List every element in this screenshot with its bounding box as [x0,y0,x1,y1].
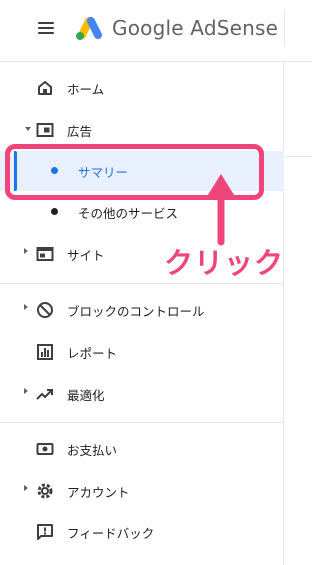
chevron-right-icon[interactable] [24,388,28,394]
ad-unit-icon [36,123,54,137]
sidebar-item-label: ホーム [67,82,105,97]
sidebar-item-label: ブロックのコントロール [67,304,205,319]
sidebar-item-label: 最適化 [67,388,105,403]
sidebar-item-label: フィードバック [67,526,155,541]
sidebar-item-account[interactable]: アカウント [0,470,284,510]
sidebar-item-optimization[interactable]: 最適化 [0,373,284,413]
trending-up-icon [36,389,53,400]
bullet-icon [51,208,58,215]
chevron-right-icon[interactable] [24,248,28,254]
sidebar-item-reports[interactable]: レポート [0,331,284,371]
click-annotation: クリック [164,246,285,280]
section-divider [0,422,284,423]
sidebar-item-payments[interactable]: お支払い [0,428,284,468]
sidebar-item-label: アカウント [67,485,130,500]
sidebar-subitem-label: その他のサービス [78,206,179,221]
sidebar-item-label: 広告 [67,124,93,139]
section-divider [0,283,284,284]
header-divider [284,10,285,46]
app-header: Google AdSense [0,0,312,62]
report-icon [37,344,53,360]
sidebar-item-feedback[interactable]: フィードバック [0,511,284,551]
chevron-down-icon[interactable] [25,127,31,131]
sidebar-item-label: サイト [67,248,105,263]
sites-icon [36,247,54,261]
arrow-icon [206,174,236,246]
home-icon [38,81,52,95]
chevron-right-icon[interactable] [24,485,28,491]
chevron-right-icon[interactable] [24,304,28,310]
payments-icon [36,443,54,455]
feedback-icon [37,524,53,540]
content-divider [285,156,312,157]
sidebar-item-label: レポート [67,346,118,361]
sidebar-item-ads[interactable]: 広告 [0,109,284,149]
adsense-logo-icon [76,17,102,40]
sidebar-item-home[interactable]: ホーム [0,67,284,107]
menu-icon[interactable] [38,22,54,34]
block-icon [37,302,53,318]
sidebar-item-label: お支払い [67,443,118,458]
sidebar-item-blocking-controls[interactable]: ブロックのコントロール [0,289,284,329]
gear-icon [37,483,53,499]
app-title: Google AdSense [112,16,279,40]
